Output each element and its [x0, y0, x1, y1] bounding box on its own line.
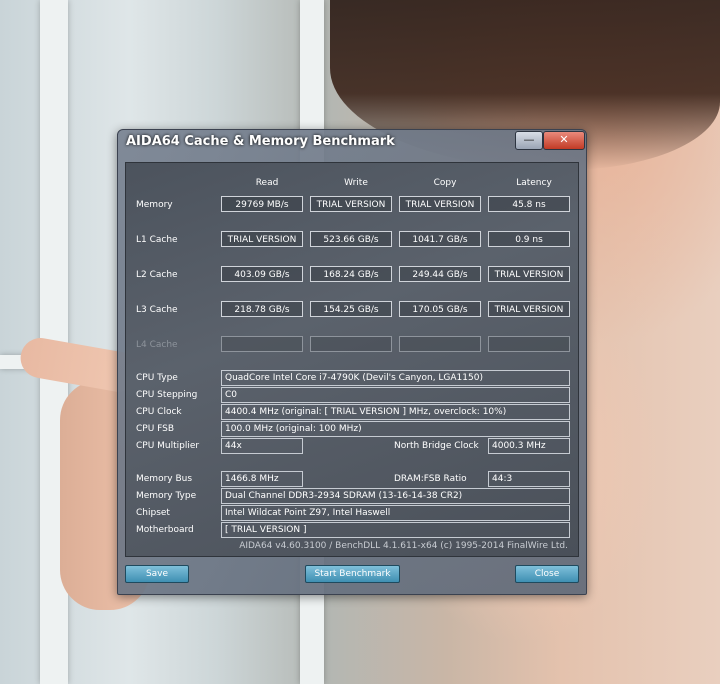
l4-copy — [399, 336, 481, 352]
north-bridge-clock-label: North Bridge Clock — [394, 441, 479, 451]
cpu-clock-value: 4400.4 MHz (original: [ TRIAL VERSION ] … — [221, 404, 570, 420]
benchmark-dialog: AIDA64 Cache & Memory Benchmark — ✕ Read… — [117, 129, 587, 595]
close-button[interactable]: Close — [515, 565, 579, 583]
memory-write: TRIAL VERSION — [310, 196, 392, 212]
l4-write — [310, 336, 392, 352]
l2-read: 403.09 GB/s — [221, 266, 303, 282]
chipset-value: Intel Wildcat Point Z97, Intel Haswell — [221, 505, 570, 521]
l2-latency: TRIAL VERSION — [488, 266, 570, 282]
l1-read: TRIAL VERSION — [221, 231, 303, 247]
header-write: Write — [344, 178, 368, 188]
l3-latency: TRIAL VERSION — [488, 301, 570, 317]
dram-fsb-ratio-label: DRAM:FSB Ratio — [394, 474, 467, 484]
l1-latency: 0.9 ns — [488, 231, 570, 247]
version-footer: AIDA64 v4.60.3100 / BenchDLL 4.1.611-x64… — [239, 541, 568, 551]
l3-read: 218.78 GB/s — [221, 301, 303, 317]
row-label-l1: L1 Cache — [136, 235, 178, 245]
memory-bus-label: Memory Bus — [136, 474, 193, 484]
memory-bus-value: 1466.8 MHz — [221, 471, 303, 487]
motherboard-label: Motherboard — [136, 525, 194, 535]
l4-read — [221, 336, 303, 352]
memory-read: 29769 MB/s — [221, 196, 303, 212]
memory-type-value: Dual Channel DDR3-2934 SDRAM (13-16-14-3… — [221, 488, 570, 504]
cpu-fsb-label: CPU FSB — [136, 424, 175, 434]
title-bar[interactable]: AIDA64 Cache & Memory Benchmark — ✕ — [118, 130, 586, 156]
chipset-label: Chipset — [136, 508, 170, 518]
row-label-memory: Memory — [136, 200, 173, 210]
dram-fsb-ratio-value: 44:3 — [488, 471, 570, 487]
memory-latency: 45.8 ns — [488, 196, 570, 212]
motherboard-value: [ TRIAL VERSION ] — [221, 522, 570, 538]
header-read: Read — [255, 178, 279, 188]
l3-copy: 170.05 GB/s — [399, 301, 481, 317]
cpu-type-label: CPU Type — [136, 373, 178, 383]
cpu-fsb-value: 100.0 MHz (original: 100 MHz) — [221, 421, 570, 437]
row-label-l2: L2 Cache — [136, 270, 178, 280]
start-benchmark-button[interactable]: Start Benchmark — [305, 565, 400, 583]
l1-copy: 1041.7 GB/s — [399, 231, 481, 247]
save-button[interactable]: Save — [125, 565, 189, 583]
cpu-multiplier-value: 44x — [221, 438, 303, 454]
memory-copy: TRIAL VERSION — [399, 196, 481, 212]
row-label-l4: L4 Cache — [136, 340, 178, 350]
window-title: AIDA64 Cache & Memory Benchmark — [126, 134, 395, 149]
cpu-multiplier-label: CPU Multiplier — [136, 441, 200, 451]
l3-write: 154.25 GB/s — [310, 301, 392, 317]
minimize-button[interactable]: — — [515, 131, 543, 150]
close-window-button[interactable]: ✕ — [543, 131, 585, 150]
north-bridge-clock-value: 4000.3 MHz — [488, 438, 570, 454]
header-latency: Latency — [516, 178, 552, 188]
cpu-clock-label: CPU Clock — [136, 407, 182, 417]
memory-type-label: Memory Type — [136, 491, 197, 501]
row-label-l3: L3 Cache — [136, 305, 178, 315]
l4-latency — [488, 336, 570, 352]
l2-copy: 249.44 GB/s — [399, 266, 481, 282]
results-panel: Read Write Copy Latency Memory 29769 MB/… — [125, 162, 579, 557]
cpu-stepping-value: C0 — [221, 387, 570, 403]
l2-write: 168.24 GB/s — [310, 266, 392, 282]
cpu-type-value: QuadCore Intel Core i7-4790K (Devil's Ca… — [221, 370, 570, 386]
cpu-stepping-label: CPU Stepping — [136, 390, 198, 400]
header-copy: Copy — [433, 178, 457, 188]
l1-write: 523.66 GB/s — [310, 231, 392, 247]
